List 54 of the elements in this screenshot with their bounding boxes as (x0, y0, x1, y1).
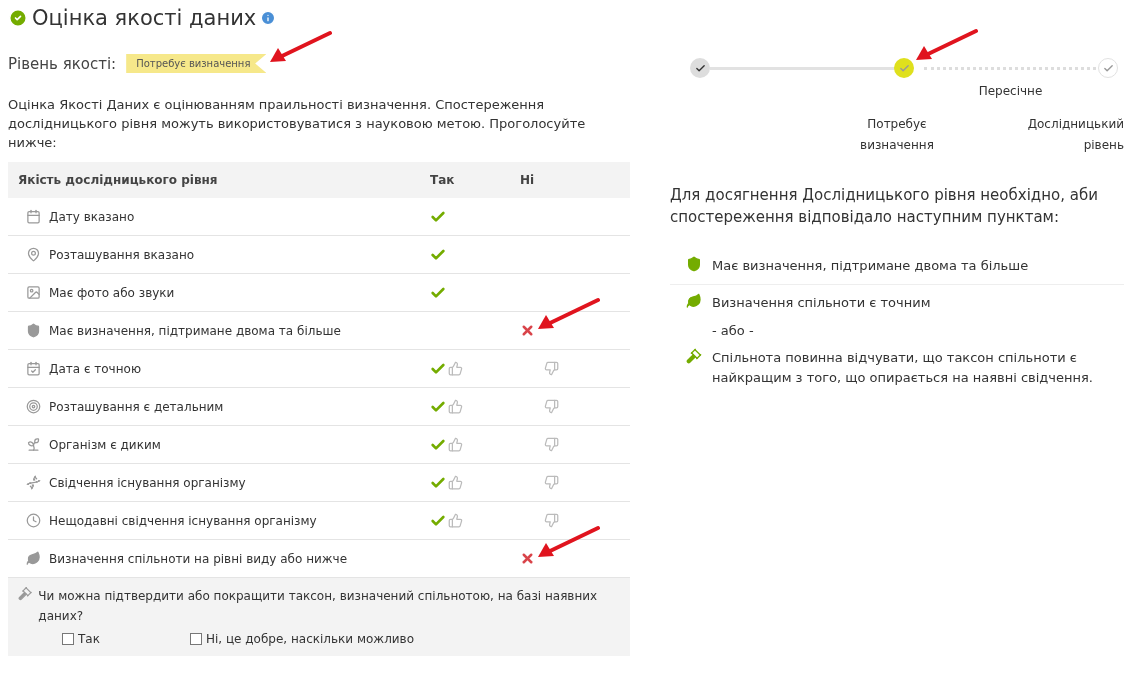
gavel-icon (18, 586, 33, 601)
thumbs-down-icon[interactable] (544, 513, 559, 528)
quality-badge: Потребує визначення (126, 54, 267, 73)
thumbs-up-icon[interactable] (448, 437, 463, 452)
leaf-icon (686, 293, 702, 309)
thumbs-down-icon[interactable] (544, 399, 559, 414)
criterion-label: Дата є точною (49, 361, 141, 376)
thumbs-down-icon[interactable] (544, 475, 559, 490)
criterion-label: Свідчення існування організму (49, 475, 246, 490)
sprout-icon (26, 437, 41, 452)
or-separator: - або - (711, 322, 755, 340)
shield-icon (26, 323, 41, 338)
shield-icon (686, 256, 702, 272)
criterion-label: Визначення спільноти на рівні виду або нижче (49, 551, 348, 566)
requirement-text: Визначення спільноти є точним (712, 294, 931, 312)
question-text: Чи можна підтвердити або покращити таксон, визначений спільнотою, на базі наявних даних? (38, 588, 599, 625)
step-label: Пересічне (978, 84, 1043, 98)
checkbox-option[interactable]: Так (62, 632, 100, 646)
dna-icon (26, 475, 41, 490)
criterion-label: Організм є диким (49, 437, 161, 452)
thumbs-up-icon[interactable] (448, 361, 463, 376)
page-title: Оцінка якості даних (32, 6, 257, 30)
check-circle-icon (8, 8, 28, 28)
requirement-text: Спільнота повинна відчувати, що таксон спільноти є найкращим з того, що опирається на наявні свідчення. (712, 349, 1094, 387)
gavel-icon (686, 348, 702, 364)
requirement-text: Має визначення, підтримане двома та більше (712, 257, 1029, 275)
step-label: Дослідницький рівень (1026, 116, 1124, 154)
criterion-label: Розташування вказано (49, 247, 195, 262)
thumbs-up-icon[interactable] (448, 513, 463, 528)
intro-text: Оцінка Якості Даних є оцінюванням праильності визначення. Спостереження дослідницького рівня можуть використовуватися з науковою метою. Проголосуйте нижче: (8, 96, 587, 152)
thumbs-down-icon[interactable] (544, 361, 559, 376)
thumbs-up-icon[interactable] (448, 475, 463, 490)
thumbs-up-icon[interactable] (448, 399, 463, 414)
requirements-intro: Для досягнення Дослідницького рівня необхідно, аби спостереження відповідало наступним пунктам: (670, 185, 1099, 228)
thumbs-down-icon[interactable] (544, 437, 559, 452)
criterion-label: Має фото або звуки (49, 285, 175, 300)
checkbox-option[interactable]: Ні, це добре, наскільки можливо (189, 632, 415, 646)
column-header: Так (430, 173, 456, 187)
leaf-icon (26, 551, 41, 566)
column-header: Якість дослідницького рівня (18, 173, 219, 187)
criterion-label: Має визначення, підтримане двома та більше (49, 323, 341, 338)
calendar-check-icon (26, 361, 41, 376)
target-icon (26, 399, 41, 414)
criterion-label: Дату вказано (49, 209, 135, 224)
image-icon (26, 285, 41, 300)
step-label: Потребує визначення (859, 116, 935, 154)
criterion-label: Розташування є детальним (49, 399, 224, 414)
calendar-icon (26, 209, 41, 224)
clock-icon (26, 513, 41, 528)
column-header: Ні (520, 173, 536, 187)
pin-icon (26, 247, 41, 262)
quality-label: Рівень якості: (8, 54, 117, 73)
criterion-label: Нещодавні свідчення існування організму (49, 513, 317, 528)
info-icon[interactable] (260, 10, 277, 26)
